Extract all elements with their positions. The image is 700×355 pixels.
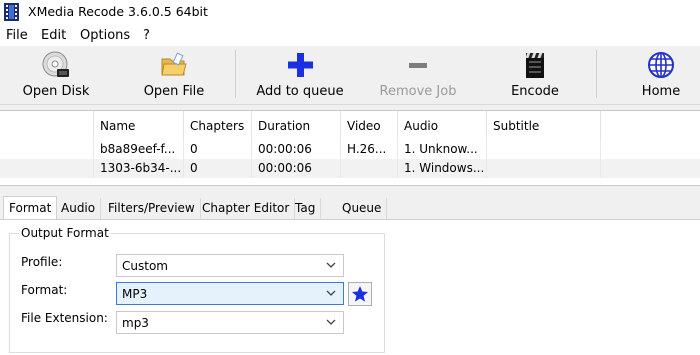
menu-edit[interactable]: Edit [41, 28, 66, 43]
cell-chapters: 0 [184, 140, 252, 159]
tab-audio[interactable]: Audio [56, 198, 102, 219]
format-value: MP3 [122, 287, 148, 301]
format-panel: Output Format Profile: Custom Format: MP… [0, 220, 700, 355]
tab-bar: Format Audio Filters/Preview Chapter Edi… [0, 196, 700, 220]
file-extension-label: File Extension: [21, 311, 108, 325]
table-row[interactable]: 1303-6b34-... 0 00:00:06 1. Windows... [0, 159, 700, 178]
toolbar-separator [596, 50, 597, 98]
encode-label: Encode [511, 84, 559, 99]
file-extension-value: mp3 [122, 316, 149, 330]
column-header-audio[interactable]: Audio [398, 111, 487, 140]
menu-help[interactable]: ? [143, 28, 150, 43]
star-icon [352, 286, 368, 302]
row-blank-cell [0, 159, 94, 178]
toolbar: Open Disk Open File Add to queue Remove … [0, 46, 700, 105]
output-format-title: Output Format [19, 226, 111, 240]
column-header-video[interactable]: Video [341, 111, 398, 140]
open-file-label: Open File [143, 84, 205, 99]
column-header-blank [0, 111, 94, 140]
profile-value: Custom [122, 259, 168, 273]
favorite-format-button[interactable] [348, 282, 372, 306]
add-to-queue-button[interactable]: Add to queue [256, 46, 344, 104]
open-disk-label: Open Disk [22, 84, 90, 99]
profile-select[interactable]: Custom [116, 254, 344, 277]
column-header-name[interactable]: Name [94, 111, 184, 140]
remove-job-button[interactable]: Remove Job [378, 46, 458, 104]
open-disk-button[interactable]: Open Disk [18, 46, 94, 104]
table-row[interactable]: b8a89eef-f... 0 00:00:06 H.26... 1. Unkn… [0, 140, 700, 159]
clapperboard-icon [520, 50, 550, 80]
home-label: Home [641, 84, 681, 99]
tab-chapter-editor[interactable]: Chapter Editor [197, 198, 296, 219]
toolbar-separator [235, 50, 236, 98]
encode-button[interactable]: Encode [505, 46, 565, 104]
row-blank-cell [0, 140, 94, 159]
disc-icon [41, 50, 71, 80]
column-header-duration[interactable]: Duration [252, 111, 341, 140]
tab-tag[interactable]: Tag [290, 198, 322, 219]
tab-format[interactable]: Format [3, 196, 58, 220]
globe-icon [646, 50, 676, 80]
folder-icon [159, 50, 189, 80]
cell-duration: 00:00:06 [252, 140, 341, 159]
menu-options[interactable]: Options [80, 28, 130, 43]
app-icon [4, 3, 19, 21]
home-button[interactable]: Home [633, 46, 689, 104]
column-header-chapters[interactable]: Chapters [184, 111, 252, 140]
format-label: Format: [21, 283, 68, 297]
cell-name: 1303-6b34-... [94, 159, 184, 178]
cell-name: b8a89eef-f... [94, 140, 184, 159]
remove-job-label: Remove Job [379, 84, 457, 99]
cell-chapters: 0 [184, 159, 252, 178]
cell-subtitle [487, 140, 601, 159]
cell-video: H.26... [341, 140, 398, 159]
profile-label: Profile: [21, 255, 63, 269]
open-file-button[interactable]: Open File [137, 46, 211, 104]
cell-subtitle [487, 159, 601, 178]
title-bar: XMedia Recode 3.6.0.5 64bit [0, 0, 700, 25]
menu-bar: File Edit Options ? [0, 25, 700, 46]
tab-filters-preview[interactable]: Filters/Preview [103, 198, 201, 219]
column-header-subtitle[interactable]: Subtitle [487, 111, 601, 140]
chevron-down-icon [326, 290, 336, 296]
add-to-queue-label: Add to queue [256, 84, 344, 99]
chevron-down-icon [326, 262, 336, 268]
plus-icon [285, 50, 315, 80]
minus-icon [403, 50, 433, 80]
menu-file[interactable]: File [6, 28, 28, 43]
file-list-header: Name Chapters Duration Video Audio Subti… [0, 111, 700, 140]
cell-audio: 1. Unknow... [398, 140, 487, 159]
file-extension-select[interactable]: mp3 [116, 311, 344, 334]
tab-queue[interactable]: Queue [337, 198, 388, 219]
cell-video [341, 159, 398, 178]
chevron-down-icon [326, 319, 336, 325]
format-select[interactable]: MP3 [116, 282, 344, 305]
cell-duration: 00:00:06 [252, 159, 341, 178]
file-list[interactable]: Name Chapters Duration Video Audio Subti… [0, 110, 700, 186]
window-title: XMedia Recode 3.6.0.5 64bit [28, 4, 208, 19]
cell-audio: 1. Windows... [398, 159, 487, 178]
